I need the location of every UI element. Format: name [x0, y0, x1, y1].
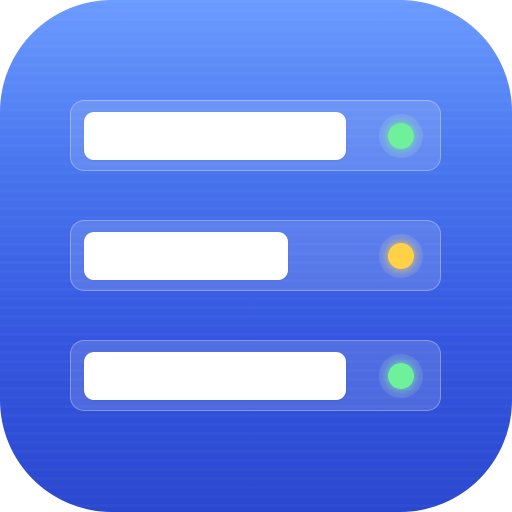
server-row-2	[70, 220, 441, 291]
status-dot-warning-icon	[379, 234, 423, 278]
server-list-app-icon	[0, 0, 512, 512]
status-dot-online-icon	[379, 114, 423, 158]
status-dot-online-icon	[379, 354, 423, 398]
server-name-bar-1	[84, 112, 346, 160]
server-row-1	[70, 100, 441, 171]
server-row-3	[70, 340, 441, 411]
server-name-bar-2	[84, 232, 288, 280]
server-name-bar-3	[84, 352, 346, 400]
